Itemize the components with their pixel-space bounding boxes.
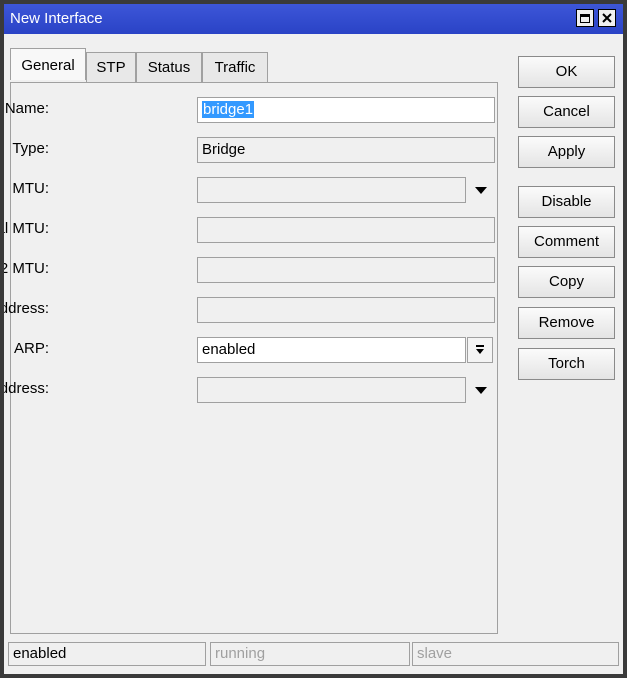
cancel-button[interactable]: Cancel: [518, 96, 615, 128]
remove-button[interactable]: Remove: [518, 307, 615, 339]
actual-mtu-label: Actual MTU:: [4, 220, 49, 237]
name-input[interactable]: bridge1: [197, 97, 495, 123]
admin-mac-label: Admin. MAC Address:: [0, 380, 49, 397]
admin-mac-input[interactable]: [197, 377, 466, 403]
l2-mtu-field: [197, 257, 495, 283]
tab-general[interactable]: General: [10, 48, 86, 80]
disable-button[interactable]: Disable: [518, 186, 615, 218]
mtu-label: MTU:: [12, 180, 49, 197]
status-slave: slave: [412, 642, 619, 666]
tab-traffic[interactable]: Traffic: [202, 52, 268, 82]
close-button[interactable]: [598, 9, 616, 27]
arp-toggle-button[interactable]: [467, 337, 493, 363]
arp-label: ARP:: [13, 340, 49, 357]
tab-stp[interactable]: STP: [86, 52, 136, 82]
copy-button[interactable]: Copy: [518, 266, 615, 298]
title-bar[interactable]: New Interface: [4, 4, 623, 34]
mtu-input[interactable]: [197, 177, 466, 203]
new-interface-window: New Interface General STP Status Traffic…: [0, 0, 627, 678]
name-value: bridge1: [202, 101, 255, 118]
actual-mtu-field: [197, 217, 495, 243]
status-running: running: [210, 642, 410, 666]
ok-button[interactable]: OK: [518, 56, 615, 88]
maximize-button[interactable]: [576, 9, 594, 27]
close-icon: [602, 13, 612, 23]
type-field: Bridge: [197, 137, 495, 163]
l2-mtu-label: L2 MTU:: [0, 260, 49, 277]
type-label: Type:: [12, 140, 49, 157]
mtu-dropdown-arrow-icon[interactable]: [475, 187, 487, 194]
torch-button[interactable]: Torch: [518, 348, 615, 380]
window-title: New Interface: [10, 10, 103, 27]
tab-status[interactable]: Status: [136, 52, 202, 82]
status-enabled: enabled: [8, 642, 206, 666]
apply-button[interactable]: Apply: [518, 136, 615, 168]
general-panel: Name: bridge1 Type: Bridge MTU: Actual M…: [4, 82, 498, 634]
arp-select[interactable]: enabled: [197, 337, 466, 363]
collapse-arrow-icon: [476, 345, 484, 354]
status-bar: enabled running slave: [4, 640, 623, 674]
mac-address-field: [197, 297, 495, 323]
maximize-icon: [580, 13, 590, 23]
admin-mac-dropdown-arrow-icon[interactable]: [475, 387, 487, 394]
comment-button[interactable]: Comment: [518, 226, 615, 258]
name-label: Name:: [4, 100, 49, 117]
mac-address-label: MAC Address:: [0, 300, 49, 317]
